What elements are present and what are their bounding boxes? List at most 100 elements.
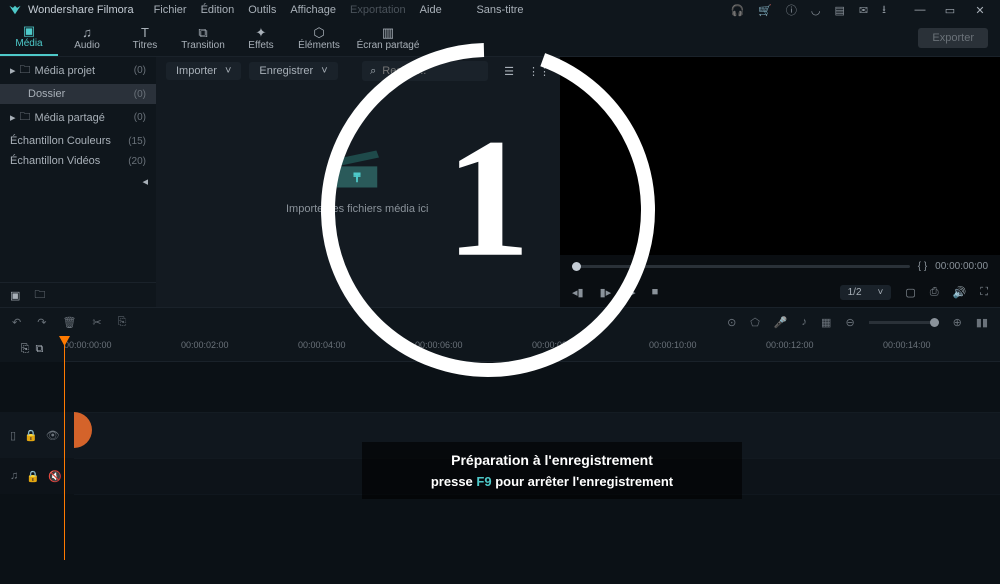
- sidebar-item-media-partage[interactable]: ▸ 🗀 Média partagé(0): [0, 104, 156, 131]
- redo-button[interactable]: ↷: [37, 316, 46, 329]
- tab-titres[interactable]: TTitres: [116, 20, 174, 56]
- sidebar-item-dossier[interactable]: Dossier(0): [0, 84, 156, 104]
- stop-button[interactable]: ■: [652, 286, 659, 298]
- fit-button[interactable]: ▮▮: [976, 316, 988, 329]
- mute-icon[interactable]: 🔇: [48, 470, 62, 483]
- menu-fichier[interactable]: Fichier: [154, 4, 187, 16]
- zoom-slider[interactable]: [869, 321, 939, 324]
- undo-button[interactable]: ↶: [12, 316, 21, 329]
- tab-media[interactable]: ▣Média: [0, 18, 58, 56]
- clapperboard-icon: [330, 147, 384, 191]
- chevron-down-icon: ˅: [225, 65, 231, 77]
- mixer-icon[interactable]: ♪: [802, 316, 808, 328]
- fullscreen-icon[interactable]: ⛶: [980, 286, 988, 299]
- import-hint: Importer les fichiers média ici: [286, 203, 428, 215]
- link-icon[interactable]: ⎘: [21, 343, 30, 356]
- sidebar-item-media-projet[interactable]: ▸ 🗀 Média projet(0): [0, 57, 156, 84]
- mic-icon[interactable]: 🎤: [774, 316, 788, 329]
- notifications-icon[interactable]: ▤: [835, 4, 845, 17]
- import-dropdown[interactable]: Importer˅: [166, 62, 241, 80]
- search-box[interactable]: ⌕: [362, 61, 488, 81]
- download-icon[interactable]: ⭳: [882, 1, 886, 20]
- cart-icon[interactable]: 🛒: [758, 4, 772, 17]
- ruler-tick: 00:00:12:00: [766, 340, 814, 350]
- audio-track-icon: ♫: [10, 470, 18, 482]
- preview-viewport[interactable]: [560, 57, 1000, 255]
- timeline-toolbar: ↶ ↷ 🗑 ✂ ⎘ ⊙ ⬠ 🎤 ♪ ▦ ⊖ ⊕ ▮▮: [0, 307, 1000, 336]
- collapse-icon[interactable]: ◂: [142, 176, 148, 188]
- filter-icon[interactable]: ☰: [504, 65, 514, 78]
- zoom-dropdown[interactable]: 1/2˅: [840, 285, 892, 300]
- media-drop-zone[interactable]: Importer les fichiers média ici: [286, 147, 428, 215]
- cut-button[interactable]: ✂: [92, 316, 101, 329]
- message-icon[interactable]: ✉: [859, 4, 868, 17]
- ruler-tick: 00:00:02:00: [181, 340, 229, 350]
- grid-icon[interactable]: ▦: [821, 316, 831, 329]
- account-icon[interactable]: ◡: [811, 4, 821, 17]
- tab-transition[interactable]: ⧉Transition: [174, 20, 232, 56]
- sidebar-item-couleurs[interactable]: Échantillon Couleurs(15): [0, 131, 156, 151]
- ruler-tick: 00:00:08:00: [532, 340, 580, 350]
- record-dropdown[interactable]: Enregistrer˅: [249, 62, 337, 80]
- preview-panel: { } 00:00:00:00 ◂▮ ▮▸ ▶ ■ 1/2˅ ▢ ⎙ 🔊 ⛶: [560, 57, 1000, 307]
- app-name: Wondershare Filmora: [28, 4, 134, 16]
- media-toolbar: Importer˅ Enregistrer˅ ⌕ ☰ ⋮⋮: [156, 57, 560, 85]
- copy-button[interactable]: ⎘: [118, 316, 127, 329]
- clip-stub[interactable]: [74, 412, 92, 448]
- sidebar-footer: ▣ 🗀: [0, 282, 156, 307]
- display-icon[interactable]: ▢: [905, 286, 915, 299]
- tab-audio[interactable]: ♫Audio: [58, 20, 116, 56]
- info-icon[interactable]: ⓘ: [786, 2, 797, 18]
- snapshot-icon[interactable]: ⎙: [930, 286, 939, 299]
- ruler-tick: 00:00:00:00: [64, 340, 112, 350]
- menu-aide[interactable]: Aide: [420, 4, 442, 16]
- timeline-ruler[interactable]: 00:00:00:0000:00:02:0000:00:04:0000:00:0…: [64, 336, 1000, 362]
- menu-outils[interactable]: Outils: [248, 4, 276, 16]
- shield-icon[interactable]: ⬠: [750, 316, 760, 329]
- tab-elements[interactable]: ⬡Éléments: [290, 20, 348, 56]
- next-frame-button[interactable]: ▮▸: [600, 286, 612, 299]
- seek-slider[interactable]: [572, 265, 910, 268]
- title-bar: Wondershare Filmora Fichier Édition Outi…: [0, 0, 1000, 20]
- chevron-right-icon: ▸: [10, 64, 16, 77]
- play-button[interactable]: ▶: [627, 286, 635, 299]
- tab-effets[interactable]: ✦Effets: [232, 20, 290, 56]
- sort-icon[interactable]: ⋮⋮: [528, 65, 550, 78]
- preview-seekbar: { } 00:00:00:00: [560, 255, 1000, 277]
- zoom-out-button[interactable]: ⊖: [845, 316, 854, 329]
- close-button[interactable]: ✕: [968, 4, 992, 17]
- tab-ecran-partage[interactable]: ▥Écran partagé: [348, 20, 428, 56]
- zoom-in-button[interactable]: ⊕: [953, 316, 962, 329]
- lock-icon[interactable]: 🔒: [24, 429, 38, 442]
- menu-affichage[interactable]: Affichage: [290, 4, 336, 16]
- document-title: Sans-titre: [476, 4, 523, 16]
- timecode: 00:00:00:00: [935, 261, 988, 272]
- marker-icon[interactable]: ⊙: [727, 316, 736, 329]
- ruler-tick: 00:00:10:00: [649, 340, 697, 350]
- maximize-button[interactable]: ▭: [938, 4, 962, 17]
- export-button[interactable]: Exporter: [918, 28, 988, 48]
- fx-icon: ✦: [256, 26, 267, 39]
- chevron-right-icon: ▸: [10, 111, 16, 124]
- prev-frame-button[interactable]: ◂▮: [572, 286, 584, 299]
- hotkey: F9: [476, 474, 491, 489]
- main-row: ▸ 🗀 Média projet(0) Dossier(0) ▸ 🗀 Média…: [0, 57, 1000, 307]
- lock-icon[interactable]: 🔒: [26, 470, 40, 483]
- eye-icon[interactable]: 👁: [46, 429, 60, 442]
- app-logo-icon: [8, 3, 22, 17]
- audio-icon: ♫: [82, 26, 92, 39]
- search-input[interactable]: [380, 64, 464, 78]
- sidebar-item-videos[interactable]: Échantillon Vidéos(20): [0, 151, 156, 171]
- playhead[interactable]: [64, 336, 65, 560]
- folder-icon: ▣: [23, 24, 35, 37]
- magnet-icon[interactable]: ⧉: [35, 343, 43, 356]
- search-icon: ⌕: [370, 65, 376, 78]
- headset-icon[interactable]: 🎧: [731, 4, 745, 17]
- new-bin-icon[interactable]: ▣: [10, 289, 20, 302]
- volume-icon[interactable]: 🔊: [953, 286, 967, 299]
- minimize-button[interactable]: —: [908, 4, 932, 17]
- new-folder-icon[interactable]: 🗀: [34, 286, 45, 305]
- delete-button[interactable]: 🗑: [62, 316, 76, 329]
- menu-edition[interactable]: Édition: [201, 4, 235, 16]
- track-spacer: [0, 362, 1000, 412]
